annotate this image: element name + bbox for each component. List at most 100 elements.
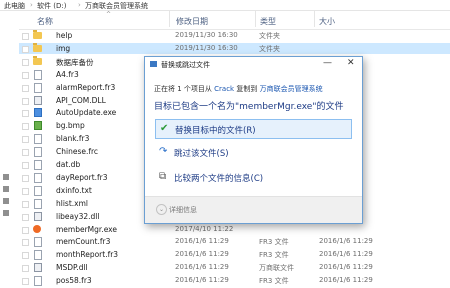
- replace-or-skip-dialog: 替换或跳过文件 — ✕ 正在将 1 个项目从 Crack 复制到 万商联会员管理…: [144, 56, 363, 224]
- row-checkbox[interactable]: [22, 265, 29, 273]
- file-name: memCount.fr3: [56, 237, 111, 247]
- row-checkbox[interactable]: [22, 33, 29, 40]
- row-checkbox[interactable]: [22, 149, 29, 157]
- minimize-button[interactable]: —: [323, 58, 332, 68]
- file-name: hlist.xml: [56, 198, 88, 208]
- navigation-pane[interactable]: [0, 11, 19, 288]
- file-date: 2016/1/6 11:29: [175, 237, 229, 246]
- file-row[interactable]: MSDP.dll 2016/1/6 11:29 万商联文件 2016/1/6 11:2…: [19, 262, 450, 273]
- row-checkbox[interactable]: [22, 252, 29, 260]
- breadcrumb-drive[interactable]: 软件 (D:): [37, 1, 66, 11]
- file-name: libeay32.dll: [56, 211, 100, 221]
- nav-item-icon[interactable]: [3, 210, 9, 216]
- file-name: img: [56, 43, 71, 53]
- file-row[interactable]: memberMgr.exe 2017/4/10 11:22: [19, 224, 450, 235]
- row-checkbox[interactable]: [22, 136, 29, 144]
- sort-caret-icon: ^: [106, 11, 112, 18]
- file-row[interactable]: monthReport.fr3 2016/1/6 11:29 FR3 文件 2016/…: [19, 249, 450, 261]
- file-date: 2019/11/30 16:30: [175, 43, 238, 52]
- skip-file-option[interactable]: ↷ 跳过该文件(S): [155, 143, 350, 161]
- folder-icon: [33, 30, 42, 39]
- file-extra: 2016/1/6 11:29: [319, 263, 373, 272]
- breadcrumb-separator: ›: [30, 1, 33, 9]
- breadcrumb-folder[interactable]: 万商联会员管理系统: [85, 1, 148, 11]
- file-name: API_COM.DLL: [56, 95, 106, 105]
- file-name: dxinfo.txt: [56, 185, 92, 195]
- nav-item-icon[interactable]: [3, 174, 9, 180]
- bmp-icon: [34, 121, 42, 131]
- column-name[interactable]: 名称: [37, 16, 53, 27]
- copy-destination-link[interactable]: 万商联会员管理系统: [260, 85, 323, 93]
- row-checkbox[interactable]: [22, 84, 29, 92]
- row-checkbox[interactable]: [22, 174, 29, 182]
- column-size[interactable]: 大小: [319, 16, 335, 27]
- column-type[interactable]: 类型: [260, 16, 276, 27]
- row-checkbox[interactable]: [22, 162, 29, 169]
- file-name: bg.bmp: [56, 121, 85, 131]
- row-checkbox[interactable]: [22, 200, 29, 208]
- dialog-footer: ⌄ 详细信息: [145, 196, 362, 223]
- column-divider[interactable]: [314, 11, 315, 27]
- file-name: MSDP.dll: [56, 263, 88, 273]
- details-label[interactable]: 详细信息: [169, 205, 197, 215]
- nav-item-icon[interactable]: [3, 186, 9, 192]
- row-checkbox[interactable]: [22, 45, 29, 53]
- nav-item-icon[interactable]: [3, 198, 9, 204]
- row-checkbox[interactable]: [22, 123, 29, 131]
- check-icon: ✔: [160, 123, 169, 134]
- column-header: 名称 ^ 修改日期 类型 大小: [19, 11, 450, 30]
- file-row[interactable]: pos58.fr3 2016/1/6 11:29 FR3 文件 2016/1/6 11…: [19, 275, 450, 287]
- file-type: 万商联文件: [259, 264, 294, 273]
- file-row[interactable]: memCount.fr3 2016/1/6 11:29 FR3 文件 2016/1/6…: [19, 236, 450, 248]
- row-checkbox[interactable]: [22, 97, 29, 105]
- row-checkbox[interactable]: [22, 110, 29, 118]
- compare-option-label: 比较两个文件的信息(C): [174, 174, 264, 184]
- file-date: 2016/1/6 11:29: [175, 263, 229, 272]
- row-checkbox[interactable]: [22, 226, 29, 234]
- file-name: monthReport.fr3: [56, 250, 119, 260]
- row-checkbox[interactable]: [22, 278, 29, 286]
- file-date: 2019/11/30 16:30: [175, 31, 238, 39]
- file-name: 数据库备份: [56, 57, 94, 67]
- row-checkbox[interactable]: [22, 187, 29, 195]
- file-icon: [34, 250, 42, 261]
- file-name: memberMgr.exe: [56, 224, 117, 234]
- breadcrumb[interactable]: 此电脑 › 软件 (D:) › 万商联会员管理系统: [0, 0, 450, 11]
- close-button[interactable]: ✕: [347, 58, 355, 68]
- compare-files-option[interactable]: ⧉ 比较两个文件的信息(C): [155, 168, 350, 186]
- file-name: A4.fr3: [56, 69, 79, 79]
- file-row[interactable]: img 2019/11/30 16:30 文件夹: [19, 42, 450, 54]
- dialog-titlebar[interactable]: 替换或跳过文件 — ✕: [145, 57, 362, 71]
- column-divider[interactable]: [255, 11, 256, 27]
- dll-icon: [34, 95, 42, 105]
- file-name: dayReport.fr3: [56, 172, 108, 182]
- file-name: dat.db: [56, 160, 81, 169]
- file-name: alarmReport.fr3: [56, 82, 116, 92]
- copy-source-link[interactable]: Crack: [214, 85, 234, 93]
- copy-icon: [150, 61, 157, 67]
- file-date: 2016/1/6 11:29: [175, 250, 229, 259]
- column-divider[interactable]: [169, 11, 170, 27]
- expand-details-button[interactable]: ⌄: [156, 204, 167, 215]
- column-date[interactable]: 修改日期: [176, 16, 208, 27]
- copy-mid: 复制到: [236, 85, 258, 93]
- breadcrumb-this-pc[interactable]: 此电脑: [4, 1, 25, 11]
- compare-icon: ⧉: [159, 171, 167, 182]
- folder-icon: [33, 42, 42, 52]
- replace-option-label: 替换目标中的文件(R): [175, 126, 256, 136]
- replace-file-option[interactable]: ✔ 替换目标中的文件(R): [155, 119, 352, 139]
- file-icon: [34, 198, 42, 209]
- row-checkbox[interactable]: [22, 71, 29, 79]
- file-row[interactable]: help 2019/11/30 16:30 文件夹: [19, 30, 450, 41]
- file-icon: [34, 82, 42, 93]
- file-icon: [34, 69, 42, 80]
- file-type: FR3 文件: [259, 277, 289, 286]
- exe-icon: [34, 108, 42, 118]
- file-name: help: [56, 31, 73, 40]
- file-date: 2017/4/10 11:22: [175, 224, 234, 233]
- row-checkbox[interactable]: [22, 213, 29, 221]
- file-name: blank.fr3: [56, 134, 90, 144]
- row-checkbox[interactable]: [22, 239, 29, 247]
- file-name: Chinese.frc: [56, 147, 99, 157]
- row-checkbox[interactable]: [22, 58, 29, 66]
